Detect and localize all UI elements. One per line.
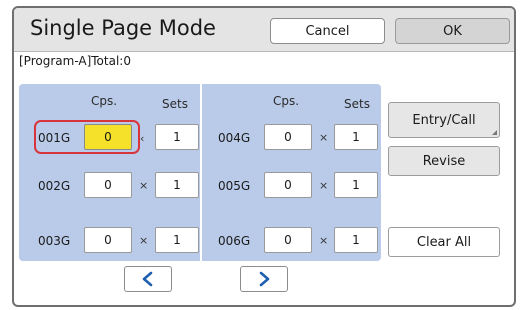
- revise-button[interactable]: Revise: [388, 146, 500, 176]
- cps-field-006g[interactable]: 0: [264, 227, 312, 253]
- clear-all-button[interactable]: Clear All: [388, 227, 500, 257]
- header-cps-right: Cps.: [273, 94, 300, 108]
- times-icon: ×: [319, 179, 329, 192]
- cps-field-003g[interactable]: 0: [84, 227, 132, 253]
- corner-mark-icon: [492, 130, 497, 135]
- chevron-right-icon: [259, 271, 270, 287]
- sets-field-005g[interactable]: 1: [334, 172, 378, 198]
- entry-call-label: Entry/Call: [412, 112, 476, 128]
- clear-all-label: Clear All: [416, 234, 472, 250]
- title-bar: Single Page Mode Cancel OK: [14, 8, 514, 52]
- times-icon: ‹: [140, 132, 145, 145]
- entry-call-button[interactable]: Entry/Call: [388, 102, 500, 138]
- header-sets-left: Sets: [162, 97, 188, 111]
- sets-field-003g[interactable]: 1: [155, 227, 199, 253]
- next-page-button[interactable]: [240, 266, 288, 292]
- sets-field-002g[interactable]: 1: [155, 172, 199, 198]
- dialog-title: Single Page Mode: [30, 16, 216, 40]
- group-label-003g: 003G: [38, 234, 71, 248]
- group-label-005g: 005G: [218, 179, 251, 193]
- group-label-002g: 002G: [38, 179, 71, 193]
- header-sets-right: Sets: [344, 97, 370, 111]
- cps-field-005g[interactable]: 0: [264, 172, 312, 198]
- cancel-button[interactable]: Cancel: [270, 18, 385, 44]
- group-label-004g: 004G: [218, 131, 251, 145]
- sets-field-001g[interactable]: 1: [155, 124, 199, 150]
- sets-field-004g[interactable]: 1: [334, 124, 378, 150]
- program-status: [Program-A]Total:0: [19, 54, 131, 68]
- sets-field-006g[interactable]: 1: [334, 227, 378, 253]
- times-icon: ×: [319, 234, 329, 247]
- group-label-006g: 006G: [218, 234, 251, 248]
- selection-highlight: [34, 120, 140, 154]
- cps-field-002g[interactable]: 0: [84, 172, 132, 198]
- column-divider: [200, 84, 202, 261]
- times-icon: ×: [319, 131, 329, 144]
- cps-field-004g[interactable]: 0: [264, 124, 312, 150]
- times-icon: ×: [139, 179, 149, 192]
- revise-label: Revise: [422, 153, 466, 169]
- ok-button[interactable]: OK: [395, 18, 510, 44]
- times-icon: ×: [139, 234, 149, 247]
- header-cps-left: Cps.: [91, 94, 118, 108]
